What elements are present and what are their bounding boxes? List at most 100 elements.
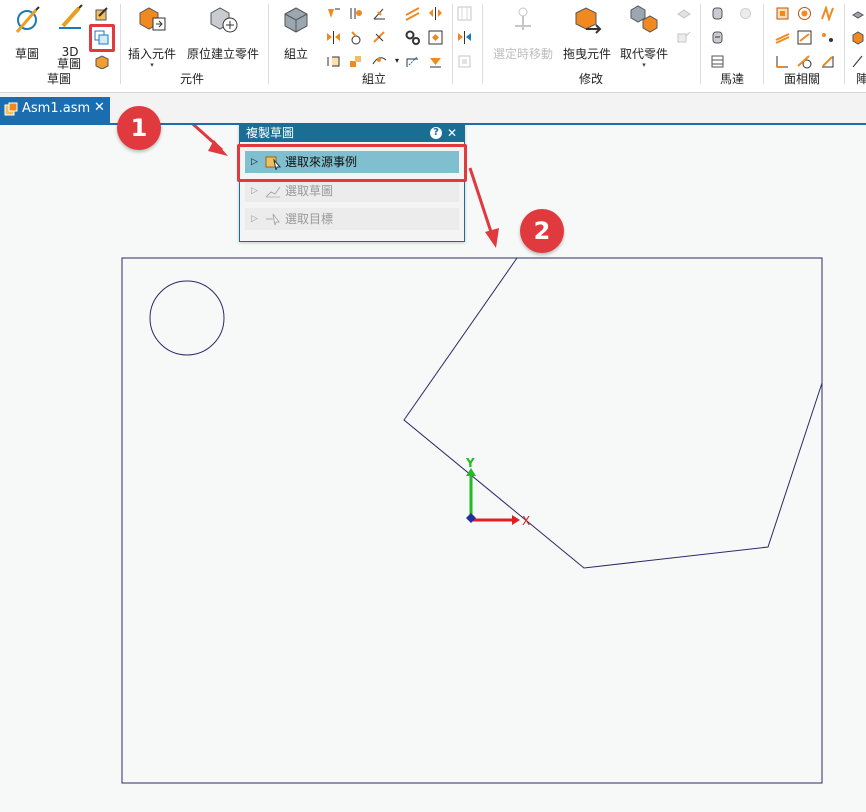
gear-constraint-icon[interactable]	[372, 30, 387, 45]
replace-part-button[interactable]: 取代零件 ▾	[616, 4, 672, 69]
path-icon[interactable]	[372, 54, 387, 69]
slot-icon[interactable]	[405, 54, 420, 69]
callout-arrow-2	[468, 167, 499, 248]
gears-icon[interactable]	[405, 30, 420, 45]
ribbon-divider	[452, 4, 453, 84]
center-icon[interactable]	[428, 30, 443, 45]
sketch-3d-button[interactable]: 3D	[52, 4, 88, 59]
fix-icon[interactable]	[326, 54, 341, 69]
sketch-circle[interactable]	[149, 280, 225, 356]
copy-sketch-dialog: 複製草圖 ? ✕ ▷ 選取來源事例 ▷ 選取草圖 ▷ 選取目標	[239, 124, 465, 242]
y-axis-label: Y	[465, 456, 475, 470]
assemble-icon	[284, 7, 308, 33]
face-tangent-icon[interactable]	[797, 54, 812, 69]
lock-icon[interactable]	[428, 54, 443, 69]
fasteners-icon[interactable]	[676, 6, 691, 21]
replace-part-label: 取代零件	[619, 47, 668, 61]
mirror-icon[interactable]	[326, 30, 341, 45]
array-icon[interactable]	[850, 6, 865, 21]
inplace-part-button[interactable]: 原位建立零件	[182, 4, 264, 62]
help-icon[interactable]: ?	[430, 127, 442, 139]
tab-asm1[interactable]: Asm1.asm ✕	[0, 97, 110, 123]
insert-component-button[interactable]: 插入元件 ▾	[124, 4, 180, 69]
flip-icon[interactable]	[457, 30, 472, 45]
drag-component-icon	[575, 7, 602, 34]
select-sketch-icon	[265, 186, 281, 198]
edit-sketch-icon[interactable]	[94, 6, 109, 21]
drag-component-label: 拖曳元件	[562, 47, 611, 61]
grid-icon[interactable]	[457, 6, 472, 21]
face-edge-icon[interactable]	[820, 6, 835, 21]
x-axis-label: X	[522, 514, 530, 528]
move-selected-icon	[515, 7, 531, 30]
sketch-polyline[interactable]	[403, 257, 823, 569]
array-edge-icon[interactable]	[850, 54, 865, 69]
drag-component-button[interactable]: 拖曳元件	[560, 4, 614, 62]
face-square-icon[interactable]	[775, 6, 790, 21]
replace-part-icon	[630, 5, 658, 33]
sketch-3d-icon	[59, 4, 83, 29]
distance-icon[interactable]	[428, 6, 443, 21]
group-face-label: 面相關	[784, 72, 821, 86]
face-dots-icon[interactable]	[820, 30, 835, 45]
expand-triangle-icon[interactable]: ▷	[251, 180, 258, 202]
insert-component-icon	[139, 7, 166, 31]
move-selected-button[interactable]: 選定時移動	[488, 4, 558, 62]
step-select-sketch[interactable]: ▷ 選取草圖	[245, 180, 459, 202]
ribbon-divider	[120, 4, 121, 84]
step-select-target[interactable]: ▷ 選取目標	[245, 208, 459, 230]
copy-sketch-highlight	[89, 24, 115, 52]
inplace-part-icon	[210, 7, 238, 33]
origin-triad	[466, 468, 520, 525]
source-step-highlight	[237, 144, 467, 182]
dropdown-arrow-icon[interactable]: ▾	[395, 56, 399, 65]
close-icon[interactable]: ✕	[447, 125, 457, 142]
face-circle-icon[interactable]	[797, 6, 812, 21]
expand-triangle-icon[interactable]: ▷	[251, 208, 258, 230]
dropdown-arrow-icon[interactable]: ▾	[124, 62, 180, 69]
sketch-cube-icon[interactable]	[94, 54, 109, 69]
assembly-file-icon	[4, 102, 18, 116]
motor-table-icon[interactable]	[710, 54, 725, 69]
parallel-icon[interactable]	[405, 6, 420, 21]
face-corner-icon[interactable]	[775, 54, 790, 69]
explode-icon[interactable]	[676, 30, 691, 45]
ribbon-toolbar: 草圖 3D 草圖 草圖 插入元件 ▾ 原位建立零件 元件 組立 ▾ 組立 選定時…	[0, 0, 866, 93]
motor-play-icon[interactable]	[738, 6, 753, 21]
tangent-icon[interactable]	[348, 30, 363, 45]
group-extra-label: 陣	[856, 72, 866, 86]
ribbon-divider	[763, 4, 764, 84]
assemble-button[interactable]: 組立	[278, 4, 314, 62]
ribbon-divider	[268, 4, 269, 84]
ribbon-divider	[700, 4, 701, 84]
angle-icon[interactable]	[372, 6, 387, 21]
tab-close-icon[interactable]: ✕	[94, 100, 105, 115]
align-icon[interactable]	[348, 6, 363, 21]
dropdown-arrow-icon[interactable]: ▾	[616, 62, 672, 69]
face-slope-icon[interactable]	[797, 30, 812, 45]
step-label: 選取草圖	[285, 184, 334, 198]
constraint-icon[interactable]	[326, 6, 341, 21]
dialog-title: 複製草圖	[246, 126, 295, 140]
face-angle-icon[interactable]	[820, 54, 835, 69]
face-parallel-icon[interactable]	[775, 30, 790, 45]
insert-component-label: 插入元件	[127, 47, 176, 61]
group-modify-label: 修改	[579, 72, 604, 86]
array-part-icon[interactable]	[850, 30, 865, 45]
motor-rotate-icon[interactable]	[710, 30, 725, 45]
group-component-label: 元件	[180, 72, 205, 86]
assemble-label: 組立	[283, 47, 308, 61]
ribbon-divider	[482, 4, 483, 84]
inplace-part-label: 原位建立零件	[186, 47, 259, 61]
group-assemble-label: 組立	[362, 72, 387, 86]
group-sketch-label: 草圖	[47, 72, 72, 86]
callout-badge-1: 1	[117, 106, 161, 150]
ribbon-divider	[844, 4, 845, 84]
pattern-icon[interactable]	[457, 54, 472, 69]
sketch-button[interactable]: 草圖	[8, 4, 46, 62]
group-motor-label: 馬達	[720, 72, 745, 86]
sketch-label: 草圖	[14, 47, 39, 61]
move-selected-label: 選定時移動	[492, 47, 553, 61]
motor-icon[interactable]	[710, 6, 725, 21]
coincident-icon[interactable]	[348, 54, 363, 69]
